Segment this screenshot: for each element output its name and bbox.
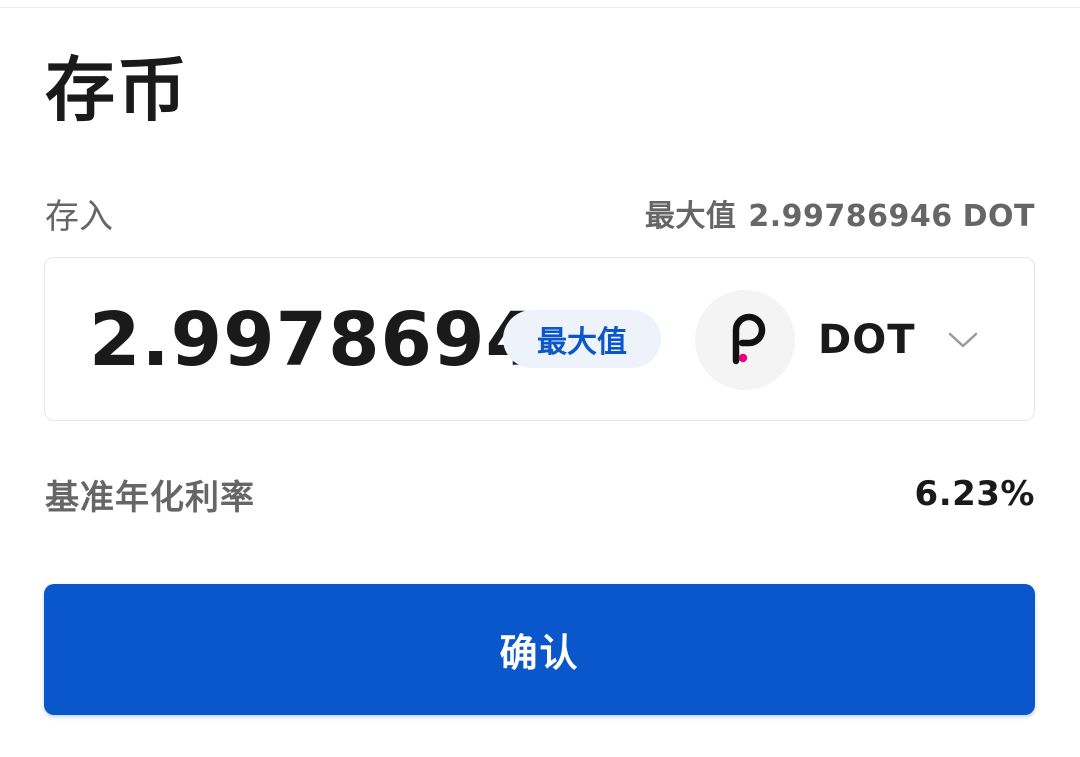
apr-row: 基准年化利率 6.23% bbox=[45, 466, 1035, 522]
max-hint-unit: DOT bbox=[962, 199, 1035, 234]
apr-label: 基准年化利率 bbox=[45, 477, 255, 518]
token-selector[interactable]: DOT bbox=[695, 290, 1005, 390]
apr-value: 6.23% bbox=[914, 474, 1035, 514]
top-divider bbox=[0, 7, 1080, 8]
max-button-label: 最大值 bbox=[537, 325, 627, 360]
deposit-label: 存入 bbox=[45, 196, 113, 237]
max-button[interactable]: 最大值 bbox=[503, 310, 661, 368]
max-available-hint: 最大值 2.99786946 DOT bbox=[645, 191, 1035, 235]
max-hint-value: 2.99786946 bbox=[748, 199, 953, 234]
token-symbol: DOT bbox=[818, 317, 916, 363]
deposit-label-row: 存入 最大值 2.99786946 DOT bbox=[45, 186, 1035, 240]
confirm-button[interactable]: 确认 bbox=[44, 584, 1035, 715]
confirm-button-label: 确认 bbox=[499, 631, 580, 675]
amount-input[interactable]: 2.9978694 bbox=[89, 294, 538, 386]
page-title: 存币 bbox=[45, 49, 189, 131]
deposit-page: 存币 存入 最大值 2.99786946 DOT 2.9978694 最大值 DOT… bbox=[0, 0, 1080, 757]
amount-input-card: 2.9978694 最大值 DOT bbox=[44, 257, 1035, 421]
chevron-down-icon bbox=[948, 332, 978, 348]
polkadot-logo-icon bbox=[695, 290, 795, 390]
max-hint-label: 最大值 bbox=[644, 199, 737, 234]
